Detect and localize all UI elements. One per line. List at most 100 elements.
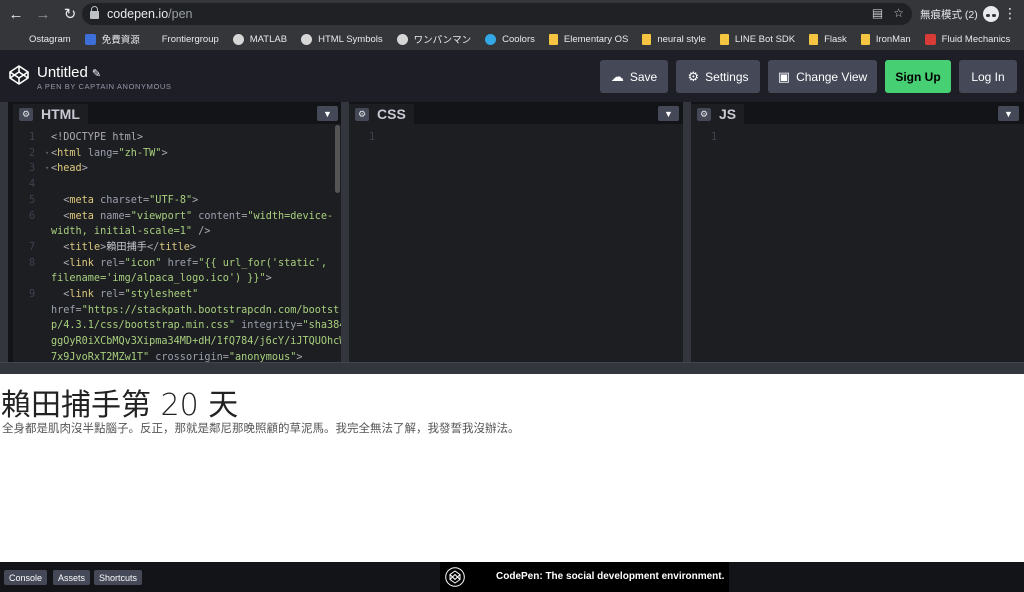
- folder-icon: [719, 33, 729, 45]
- code-token: >: [161, 147, 168, 159]
- code-token: "stylesheet": [124, 289, 199, 301]
- html-tab[interactable]: ⚙ HTML: [13, 104, 88, 124]
- html-chevron-down-icon[interactable]: ▼: [317, 106, 338, 121]
- fold-arrow-icon[interactable]: ▾: [45, 161, 49, 177]
- css-editor[interactable]: ⚙ CSS ▼ 1: [349, 102, 683, 362]
- bookmark-item[interactable]: Ostagram: [29, 34, 71, 45]
- css-code[interactable]: 1: [349, 130, 387, 146]
- editor-resizer-2[interactable]: [683, 102, 691, 362]
- line-number: 8: [29, 257, 36, 269]
- cloud-icon: ☁: [610, 68, 624, 84]
- code-token: ggOyR0iXCbMQv3Xipma34MD+dH/1fQ784/j6cY/i…: [51, 336, 352, 348]
- js-tab[interactable]: ⚙ JS: [691, 104, 745, 124]
- star-icon[interactable]: ☆: [893, 6, 904, 20]
- html-settings-gear-icon[interactable]: ⚙: [19, 107, 33, 121]
- browser-menu-icon[interactable]: ⋮: [1003, 6, 1017, 20]
- js-code[interactable]: 1: [691, 130, 729, 146]
- code-token: <: [51, 210, 70, 222]
- html-title: HTML: [41, 106, 80, 122]
- code-line: 5 <meta charset="UTF-8">: [13, 193, 352, 209]
- bookmark-item[interactable]: Flask: [809, 33, 847, 45]
- bookmark-item[interactable]: MATLAB: [232, 33, 287, 45]
- change-view-button[interactable]: ▣ Change View: [768, 60, 877, 93]
- code-token: charset: [93, 194, 144, 206]
- globe-icon: [232, 33, 244, 45]
- code-line: 9 <link rel="stylesheet": [13, 287, 352, 303]
- bookmark-item[interactable]: 免費資源: [84, 32, 140, 46]
- js-settings-gear-icon[interactable]: ⚙: [697, 107, 711, 121]
- bookmark-item[interactable]: Frontiergroup: [162, 34, 219, 45]
- js-editor[interactable]: ⚙ JS ▼ 1: [691, 102, 1024, 362]
- save-button[interactable]: ☁ Save: [600, 60, 668, 93]
- bookmark-label: Coolors: [502, 33, 535, 45]
- preview-resizer[interactable]: [0, 362, 1024, 374]
- reload-icon[interactable]: ↻: [59, 3, 81, 25]
- code-line: 1 <!DOCTYPE html>: [13, 130, 352, 146]
- pencil-icon[interactable]: ✎: [92, 68, 101, 80]
- settings-button[interactable]: ⚙ Settings: [676, 60, 760, 93]
- console-button[interactable]: Console: [4, 570, 48, 585]
- code-token: "{{ url_for('static',: [198, 257, 328, 269]
- code-token: "zh-TW": [118, 147, 162, 159]
- line-number: [13, 334, 51, 350]
- assets-button[interactable]: Assets: [53, 570, 91, 585]
- html-code[interactable]: 1 <!DOCTYPE html> 2 ▾ <html lang="zh-TW"> 3 ▾ <…: [13, 130, 352, 366]
- code-token: href: [161, 257, 193, 269]
- address-bar[interactable]: codepen.io/pen ▤ ☆: [82, 3, 912, 25]
- preview-pane: 賴田捕手第 20 天 全身都是肌肉沒半點腦子。反正，那就是鄰尼那晚照顧的草泥馬。…: [0, 374, 1024, 562]
- css-settings-gear-icon[interactable]: ⚙: [355, 107, 369, 121]
- editor-resizer-left[interactable]: [0, 102, 8, 362]
- css-tab[interactable]: ⚙ CSS: [349, 104, 414, 124]
- bookmark-item[interactable]: Elementary OS: [548, 33, 628, 45]
- codepen-header: Untitled ✎ A PEN BY CAPTAIN ANONYMOUS ☁ S…: [0, 50, 1024, 102]
- fold-arrow-icon[interactable]: ▾: [45, 146, 49, 162]
- editor-resizer-1[interactable]: [341, 102, 349, 362]
- back-arrow-icon[interactable]: ←: [5, 3, 27, 25]
- log-in-button[interactable]: Log In: [959, 60, 1017, 93]
- html-scrollbar[interactable]: [335, 125, 340, 193]
- bookmark-label: 免費資源: [101, 35, 140, 46]
- shortcuts-button[interactable]: Shortcuts: [94, 570, 143, 585]
- layout-icon: ▣: [777, 68, 791, 84]
- codepen-toast-logo-icon: [445, 567, 465, 587]
- pen-title[interactable]: Untitled ✎: [37, 64, 101, 81]
- line-number: [13, 318, 51, 334]
- bookmark-item[interactable]: neural style: [642, 33, 706, 45]
- globe-icon: [396, 33, 408, 45]
- bookmark-label: ワンパンマン: [413, 35, 472, 46]
- css-chevron-down-icon[interactable]: ▼: [658, 106, 679, 121]
- incognito-icon: [982, 6, 999, 22]
- js-chevron-down-icon[interactable]: ▼: [998, 106, 1019, 121]
- bookmark-item[interactable]: Coolors: [485, 33, 535, 45]
- bookmark-item[interactable]: ワンパンマン: [396, 32, 472, 46]
- code-line: 2 ▾ <html lang="zh-TW">: [13, 146, 352, 162]
- gear-icon: ⚙: [687, 68, 700, 84]
- bookmark-item[interactable]: IronMan: [860, 33, 911, 45]
- editor-area: ⚙ HTML ▼ 1 <!DOCTYPE html> 2 ▾ <html lang="z…: [0, 102, 1024, 363]
- bookmark-label: Frontiergroup: [161, 33, 219, 45]
- bookmark-item[interactable]: HTML Symbols: [301, 33, 383, 45]
- code-token: html: [57, 147, 82, 159]
- code-token: <!DOCTYPE html>: [51, 132, 144, 143]
- sign-up-label: Sign Up: [895, 69, 941, 84]
- bookmark-item[interactable]: Fluid Mechanics: [924, 33, 1010, 45]
- code-token: integrity: [235, 320, 297, 332]
- html-editor[interactable]: ⚙ HTML ▼ 1 <!DOCTYPE html> 2 ▾ <html lang="z…: [13, 102, 352, 363]
- js-line-number: 1: [711, 132, 718, 143]
- notion-icon: [924, 33, 936, 45]
- sign-up-button[interactable]: Sign Up: [885, 60, 951, 93]
- codepen-logo-icon[interactable]: [8, 64, 30, 86]
- bookmark-item[interactable]: LINE Bot SDK: [719, 33, 795, 45]
- preview-paragraph: 全身都是肌肉沒半點腦子。反正，那就是鄰尼那晚照顧的草泥馬。我完全無法了解，我發誓…: [2, 423, 520, 435]
- code-token: rel: [93, 289, 119, 301]
- forward-arrow-icon[interactable]: →: [32, 3, 54, 25]
- incognito-indicator[interactable]: 無痕模式 (2): [920, 6, 999, 22]
- code-line: href="https://stackpath.bootstrapcdn.com…: [13, 303, 352, 319]
- incognito-label: 無痕模式 (2): [920, 8, 978, 21]
- translate-icon[interactable]: ▤: [872, 6, 883, 20]
- code-token: <: [51, 241, 70, 253]
- code-token: >: [192, 194, 199, 206]
- code-line: ggOyR0iXCbMQv3Xipma34MD+dH/1fQ784/j6cY/i…: [13, 334, 352, 350]
- codepen-toast[interactable]: CodePen: The social development environm…: [440, 562, 729, 592]
- bookmarks-bar: Ostagram 免費資源 Frontiergroup MATLAB HTML Symb…: [0, 28, 1024, 50]
